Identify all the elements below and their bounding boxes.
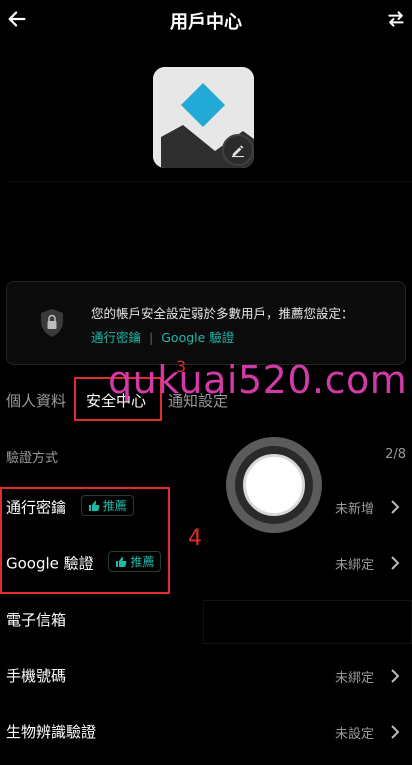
row-status: 未綁定: [334, 671, 374, 686]
row-label: 生物辨識驗證: [6, 723, 97, 741]
notice-links: 通行密鑰 | Google 驗證: [91, 327, 234, 346]
row-status: 未設定: [334, 727, 374, 742]
link-separator: |: [149, 330, 154, 345]
row-label: 電子信箱: [6, 611, 67, 629]
watermark-text: qukuai520.com: [108, 358, 408, 402]
google-auth-link[interactable]: Google 驗證: [161, 330, 234, 345]
chevron-right-icon: [391, 500, 400, 514]
pencil-icon: [232, 145, 244, 158]
row-biometric[interactable]: 生物辨識驗證 未設定: [0, 709, 412, 757]
masked-email: [203, 600, 412, 644]
passkey-link[interactable]: 通行密鑰: [91, 330, 141, 345]
notice-message: 您的帳戶安全設定弱於多數用戶，推薦您設定：: [91, 306, 354, 321]
page-title: 用戶中心: [170, 12, 242, 33]
chevron-right-icon: [391, 556, 400, 570]
header: 用戶中心: [0, 0, 412, 40]
floating-assist-button[interactable]: [226, 437, 322, 533]
row-phone[interactable]: 手機號碼 未綁定: [0, 653, 412, 701]
shield-lock-icon: [41, 309, 63, 337]
row-status: 未綁定: [334, 558, 374, 573]
masked-user-info: [6, 181, 412, 251]
section-count: 2/8: [385, 447, 406, 462]
annotation-number-4: 4: [188, 526, 202, 551]
row-status: 未新增: [334, 502, 374, 517]
chevron-right-icon: [391, 669, 400, 683]
annotation-box-4: [0, 487, 170, 594]
swap-icon[interactable]: [386, 9, 406, 29]
floating-button-core: [243, 454, 305, 516]
edit-avatar-button[interactable]: [222, 134, 254, 166]
row-label: 手機號碼: [6, 667, 67, 685]
chevron-right-icon: [391, 725, 400, 739]
security-notice: 您的帳戶安全設定弱於多數用戶，推薦您設定： 通行密鑰 | Google 驗證: [6, 281, 406, 365]
section-title: 驗證方式: [6, 451, 59, 466]
floating-button-ring: [235, 446, 313, 524]
tab-profile[interactable]: 個人資料: [6, 390, 66, 411]
